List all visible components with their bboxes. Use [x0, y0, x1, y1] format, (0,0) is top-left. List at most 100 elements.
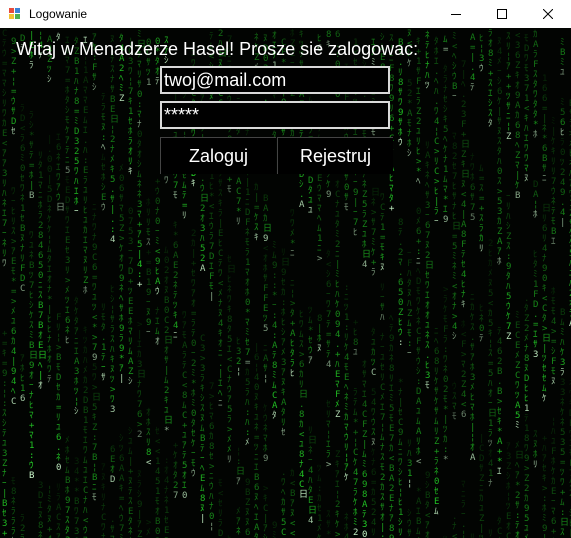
svg-text:ｾ: ｾ: [497, 406, 502, 417]
register-button[interactable]: Rejestruj: [277, 137, 393, 174]
svg-text:ﾓ: ﾓ: [389, 414, 394, 424]
svg-text:|: |: [2, 489, 7, 499]
svg-text:ｰ: ｰ: [2, 479, 7, 489]
svg-text:E: E: [128, 297, 133, 307]
password-input[interactable]: [160, 101, 390, 129]
svg-text:ﾂ: ﾂ: [29, 271, 34, 281]
svg-text:ﾜ: ﾜ: [83, 446, 88, 456]
svg-text:ｼ: ｼ: [74, 407, 79, 417]
svg-text:5: 5: [524, 514, 529, 524]
svg-text:ﾆ: ﾆ: [218, 349, 223, 359]
svg-text:5: 5: [92, 363, 97, 373]
svg-text:ﾗ: ﾗ: [371, 267, 376, 278]
svg-text:ｰ: ｰ: [146, 328, 151, 338]
svg-text:B: B: [2, 499, 7, 509]
svg-text:ｻ: ｻ: [137, 79, 142, 90]
svg-text:2: 2: [20, 524, 25, 534]
close-button[interactable]: [525, 0, 571, 28]
svg-text:ﾘ: ﾘ: [542, 234, 547, 244]
svg-text:9: 9: [137, 500, 142, 510]
login-button[interactable]: Zaloguj: [160, 137, 276, 174]
svg-text:<: <: [299, 430, 305, 440]
svg-text:ﾋ: ﾋ: [83, 205, 88, 216]
svg-text:<: <: [182, 381, 188, 391]
svg-text:ｽ: ｽ: [218, 189, 223, 199]
svg-text:ｷ: ｷ: [497, 417, 502, 427]
svg-text:C: C: [236, 187, 241, 197]
svg-text:ｰ: ｰ: [488, 399, 493, 409]
svg-text:ﾆ: ﾆ: [470, 293, 475, 303]
email-input[interactable]: [160, 66, 390, 94]
svg-text:ﾊ: ﾊ: [308, 476, 313, 486]
svg-text:ｾ: ｾ: [191, 268, 196, 279]
svg-text:<: <: [263, 244, 269, 254]
svg-text:D: D: [20, 274, 25, 284]
svg-text:ﾏ: ﾏ: [209, 412, 214, 422]
svg-text:2: 2: [236, 357, 241, 367]
svg-text::: :: [560, 508, 565, 518]
minimize-button[interactable]: [433, 0, 479, 28]
svg-text:ｳ: ｳ: [2, 48, 7, 59]
svg-text:¦: ¦: [380, 423, 385, 433]
title-bar[interactable]: Logowanie: [0, 0, 571, 28]
maximize-button[interactable]: [479, 0, 525, 28]
svg-text:ﾍ: ﾍ: [344, 383, 349, 393]
svg-text:ﾈ: ﾈ: [263, 423, 268, 434]
svg-text:ｱ: ｱ: [506, 62, 511, 72]
svg-text:ﾋ: ﾋ: [479, 303, 484, 314]
svg-text:9: 9: [425, 471, 430, 481]
svg-text:<: <: [542, 294, 548, 304]
svg-text:<: <: [425, 511, 431, 521]
svg-text:5: 5: [110, 175, 115, 185]
svg-text:ｳ: ｳ: [11, 96, 16, 107]
svg-text:ﾀ: ﾀ: [407, 278, 412, 289]
svg-text:ｰ: ｰ: [101, 363, 106, 373]
svg-text:ﾅ: ﾅ: [83, 495, 88, 506]
svg-text:ﾈ: ﾈ: [344, 512, 349, 523]
svg-text:ｽ: ｽ: [110, 65, 115, 75]
svg-text:A: A: [236, 177, 242, 187]
svg-text:ｹ: ｹ: [443, 144, 448, 155]
svg-text:9: 9: [245, 478, 250, 488]
svg-text:ﾅ: ﾅ: [398, 387, 403, 398]
svg-text:8: 8: [524, 354, 529, 364]
svg-text:ﾂ: ﾂ: [119, 444, 124, 454]
svg-text:ｾ: ｾ: [2, 508, 7, 519]
svg-text:日: 日: [227, 264, 236, 275]
svg-text:ﾏ: ﾏ: [335, 380, 340, 390]
svg-text:ｰ: ｰ: [2, 229, 7, 239]
svg-text:ﾈ: ﾈ: [560, 417, 565, 428]
svg-text:ﾅ: ﾅ: [443, 154, 448, 165]
svg-text:ﾏ: ﾏ: [29, 431, 34, 441]
svg-text:ﾍ: ﾍ: [434, 337, 439, 347]
svg-text:4: 4: [308, 466, 313, 476]
svg-text:C: C: [182, 371, 187, 381]
svg-text:ﾐ: ﾐ: [533, 270, 538, 280]
svg-text:ﾐ: ﾐ: [119, 534, 124, 538]
svg-text:ｹ: ｹ: [65, 125, 70, 136]
svg-text:¦: ¦: [506, 492, 511, 502]
svg-text:3: 3: [65, 256, 70, 266]
svg-text:9: 9: [272, 261, 277, 271]
svg-text:ﾈ: ﾈ: [2, 238, 7, 249]
svg-text:ﾋ: ﾋ: [434, 186, 439, 197]
svg-text:ｻ: ｻ: [110, 314, 115, 325]
svg-text:ﾃ: ﾃ: [65, 145, 70, 156]
svg-text:<: <: [452, 282, 458, 292]
svg-text:ﾜ: ﾜ: [56, 173, 61, 183]
svg-text:<: <: [461, 400, 467, 410]
svg-text:ﾀ: ﾀ: [191, 418, 196, 429]
svg-text:9: 9: [542, 524, 547, 534]
svg-text:*: *: [236, 207, 241, 217]
svg-text:ｾ: ｾ: [461, 259, 466, 270]
svg-text:+: +: [11, 67, 17, 77]
svg-text:¦: ¦: [263, 374, 268, 384]
svg-text:0: 0: [344, 183, 349, 193]
svg-text:ﾜ: ﾜ: [524, 144, 529, 154]
svg-text:*: *: [533, 120, 538, 130]
svg-text:ｾ: ｾ: [56, 382, 61, 393]
svg-text:ｴ: ｴ: [182, 481, 187, 491]
svg-text:+: +: [353, 318, 359, 328]
svg-text:ﾋ: ﾋ: [353, 327, 358, 338]
svg-text:ｴ: ｴ: [83, 436, 88, 446]
